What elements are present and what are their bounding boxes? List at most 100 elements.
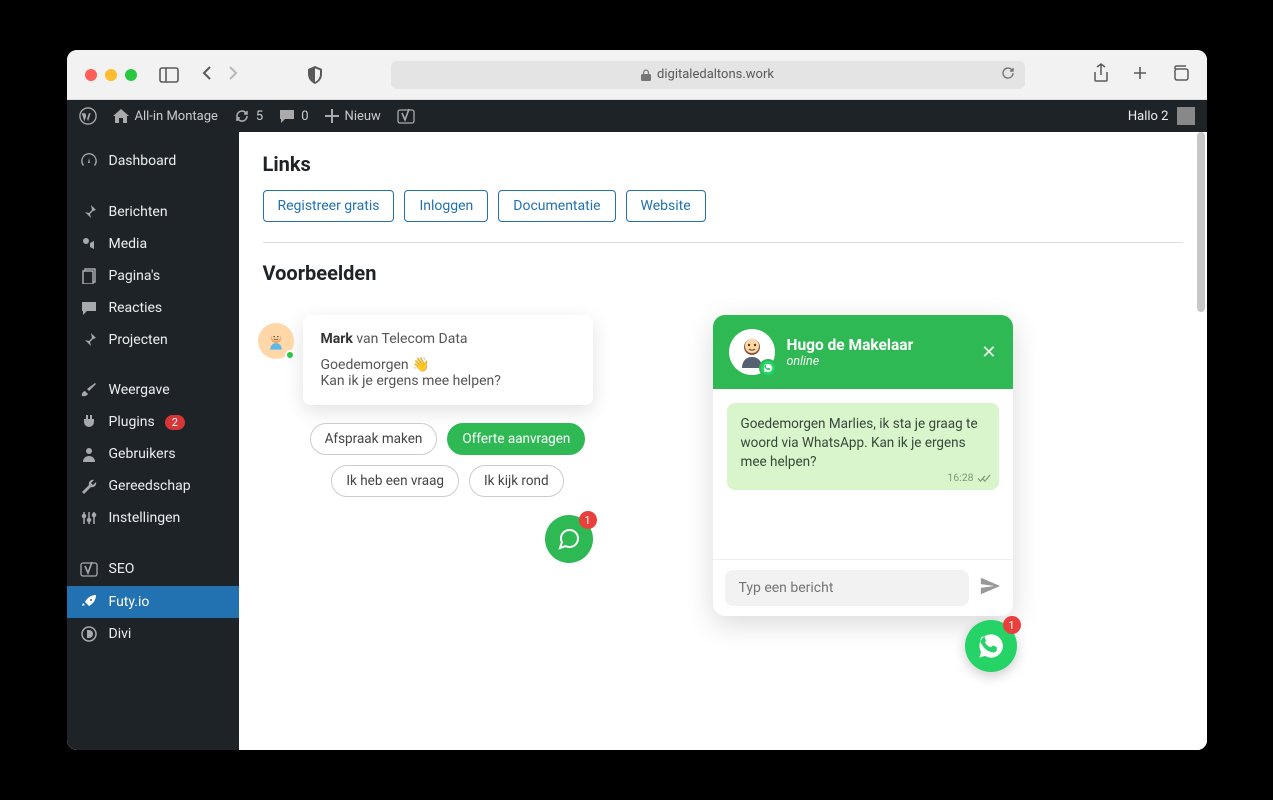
minimize-window-button[interactable] [105, 69, 117, 81]
menu-dashboard[interactable]: Dashboard [67, 144, 239, 178]
documentatie-button[interactable]: Documentatie [498, 190, 615, 222]
whatsapp-mini-icon [759, 359, 777, 377]
menu-label: Plugins [109, 414, 155, 430]
whatsapp-fab[interactable]: 1 [965, 620, 1017, 672]
menu-seo[interactable]: SEO [67, 552, 239, 586]
nav-arrows [201, 65, 239, 85]
new-text: Nieuw [345, 109, 381, 124]
plugins-badge: 2 [165, 415, 185, 430]
browser-right-actions [1093, 63, 1189, 87]
reload-icon[interactable] [1001, 66, 1015, 84]
chat-bubble: Mark van Telecom Data Goedemorgen 👋 Kan … [303, 315, 593, 405]
yoast-icon[interactable] [397, 107, 415, 125]
plug-icon [79, 414, 99, 430]
menu-label: Berichten [109, 204, 168, 220]
message-line-1: Goedemorgen 👋 [321, 357, 575, 373]
chip-afspraak[interactable]: Afspraak maken [310, 423, 438, 455]
wp-body: Dashboard Berichten Media Pagina's React… [67, 132, 1207, 750]
chip-kijkrond[interactable]: Ik kijk rond [469, 465, 564, 497]
menu-label: Media [109, 236, 148, 252]
dashboard-icon [79, 152, 99, 170]
menu-label: Weergave [109, 382, 170, 398]
menu-label: SEO [109, 561, 135, 577]
menu-label: Futy.io [109, 594, 150, 610]
user-avatar[interactable] [1177, 107, 1195, 125]
menu-berichten[interactable]: Berichten [67, 196, 239, 228]
media-icon [79, 236, 99, 252]
home-icon [113, 109, 129, 123]
site-name-text: All-in Montage [135, 109, 218, 124]
menu-label: Projecten [109, 332, 168, 348]
website-button[interactable]: Website [626, 190, 706, 222]
agent-status: online [787, 354, 914, 369]
registreer-button[interactable]: Registreer gratis [263, 190, 395, 222]
traffic-lights [85, 69, 137, 81]
message-input[interactable] [725, 570, 969, 606]
menu-media[interactable]: Media [67, 228, 239, 260]
site-name-link[interactable]: All-in Montage [113, 109, 218, 124]
menu-label: Gebruikers [109, 446, 176, 462]
whatsapp-header: Hugo de Makelaar online ✕ [713, 315, 1013, 389]
menu-paginas[interactable]: Pagina's [67, 260, 239, 292]
fab-badge: 1 [579, 511, 597, 529]
whatsapp-message: Goedemorgen Marlies, ik sta je graag te … [727, 403, 999, 490]
section-divider [263, 242, 1183, 243]
divi-icon [79, 626, 99, 642]
forward-button[interactable] [227, 65, 239, 85]
links-heading: Links [263, 152, 1183, 176]
safari-window: digitaledaltons.work All-in Montage 5 0 [67, 50, 1207, 750]
scrollbar-thumb[interactable] [1197, 132, 1205, 312]
updates-count: 5 [256, 109, 263, 124]
agent-avatar [729, 329, 775, 375]
url-bar[interactable]: digitaledaltons.work [391, 61, 1025, 89]
fab-badge: 1 [1003, 616, 1021, 634]
menu-futy[interactable]: Futy.io [67, 586, 239, 618]
agent-name: Hugo de Makelaar [787, 336, 914, 354]
chip-vraag[interactable]: Ik heb een vraag [331, 465, 459, 497]
close-icon[interactable]: ✕ [981, 342, 996, 363]
share-icon[interactable] [1093, 63, 1109, 87]
updates-link[interactable]: 5 [234, 108, 263, 124]
menu-plugins[interactable]: Plugins 2 [67, 406, 239, 438]
message-time: 16:28 [947, 471, 990, 486]
menu-weergave[interactable]: Weergave [67, 374, 239, 406]
menu-divi[interactable]: Divi [67, 618, 239, 650]
pin-icon [79, 332, 99, 348]
updates-icon [234, 108, 250, 124]
close-window-button[interactable] [85, 69, 97, 81]
maximize-window-button[interactable] [125, 69, 137, 81]
menu-gebruikers[interactable]: Gebruikers [67, 438, 239, 470]
link-buttons-row: Registreer gratis Inloggen Documentatie … [263, 190, 1183, 222]
chip-offerte[interactable]: Offerte aanvragen [447, 423, 585, 455]
send-icon[interactable] [979, 575, 1001, 601]
menu-projecten[interactable]: Projecten [67, 324, 239, 356]
wp-logo-icon[interactable] [79, 107, 97, 125]
menu-instellingen[interactable]: Instellingen [67, 502, 239, 534]
comments-link[interactable]: 0 [279, 109, 308, 124]
menu-gereedschap[interactable]: Gereedschap [67, 470, 239, 502]
menu-label: Gereedschap [109, 478, 191, 494]
examples-heading: Voorbeelden [263, 261, 1183, 285]
back-button[interactable] [201, 65, 213, 85]
wp-content: Links Registreer gratis Inloggen Documen… [239, 132, 1207, 750]
user-icon [79, 446, 99, 462]
message-line-2: Kan ik je ergens mee helpen? [321, 373, 575, 389]
inloggen-button[interactable]: Inloggen [404, 190, 488, 222]
tabs-overview-icon[interactable] [1171, 65, 1189, 85]
menu-label: Instellingen [109, 510, 181, 526]
whatsapp-input-row [713, 559, 1013, 616]
plus-icon [325, 109, 339, 123]
chat-icon [557, 527, 581, 551]
rocket-icon [79, 594, 99, 610]
new-content-link[interactable]: Nieuw [325, 109, 381, 124]
yoast-icon [79, 560, 99, 578]
scrollbar[interactable] [1193, 132, 1205, 750]
privacy-shield-icon[interactable] [307, 66, 323, 84]
chat-fab[interactable]: 1 [545, 515, 593, 563]
new-tab-icon[interactable] [1131, 64, 1149, 86]
greeting-text[interactable]: Hallo 2 [1128, 109, 1169, 124]
sender-line: Mark van Telecom Data [321, 331, 575, 347]
agent-avatar [258, 323, 294, 359]
sidebar-toggle-icon[interactable] [159, 67, 179, 83]
menu-reacties[interactable]: Reacties [67, 292, 239, 324]
